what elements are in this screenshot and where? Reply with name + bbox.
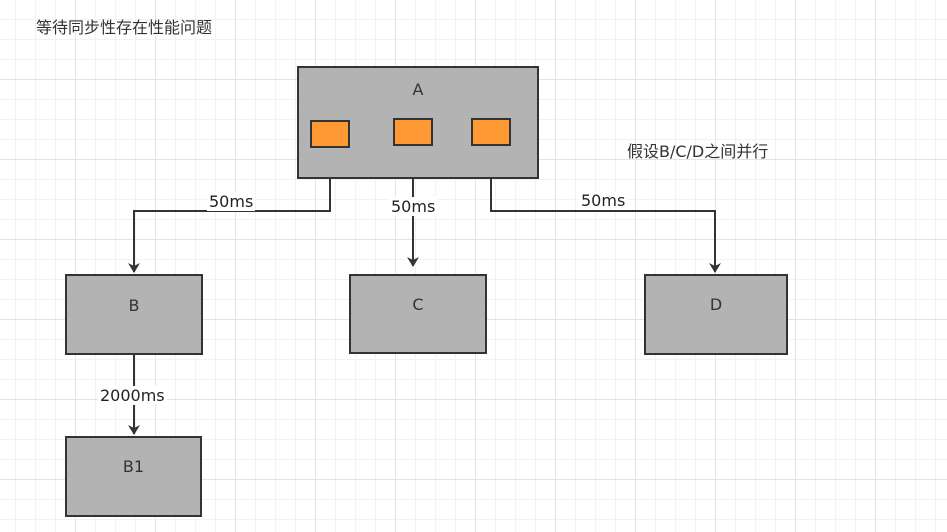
node-b1: B1 — [65, 436, 202, 517]
port-a-b — [310, 120, 350, 148]
node-b1-label: B1 — [122, 457, 145, 476]
node-c: C — [349, 274, 487, 354]
node-d-label: D — [709, 295, 723, 314]
edge-label-a-c: 50ms — [389, 197, 438, 216]
port-a-d — [471, 118, 511, 146]
edge-label-a-b: 50ms — [207, 192, 256, 211]
node-d: D — [644, 274, 788, 355]
node-b-label: B — [128, 296, 140, 315]
node-c-label: C — [412, 295, 424, 314]
node-a-label: A — [412, 80, 424, 99]
edge-label-a-d: 50ms — [579, 191, 628, 210]
node-b: B — [65, 274, 203, 355]
edge-label-b-b1: 2000ms — [98, 386, 167, 405]
port-a-c — [393, 118, 433, 146]
